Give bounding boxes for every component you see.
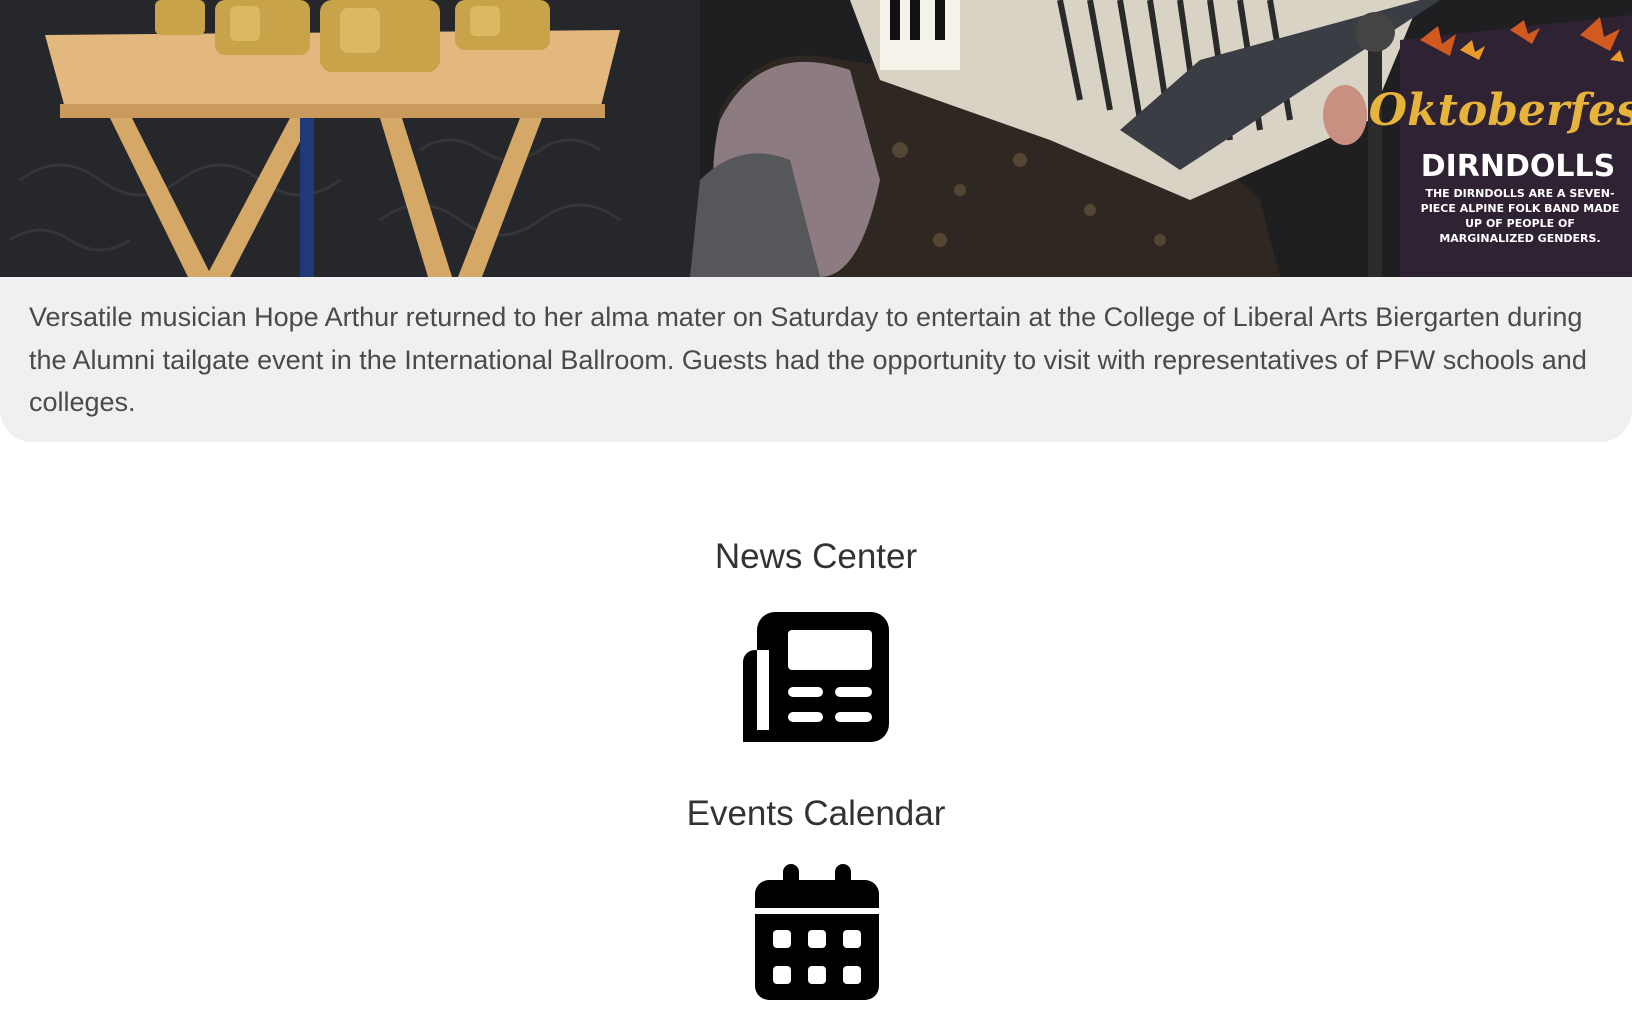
newspaper-icon (743, 612, 889, 747)
photo-caption: Versatile musician Hope Arthur returned … (29, 302, 1587, 417)
events-calendar-heading: Events Calendar (686, 794, 946, 833)
poster-band-name: DIRNDOLLS (1421, 149, 1616, 184)
poster-tagline: THE DIRNDOLLS ARE A SEVEN-PIECE ALPINE F… (1420, 187, 1620, 245)
news-center-link[interactable]: News Center (0, 535, 1632, 745)
event-photo: Oktoberfest DIRNDOLLS THE DIRNDOLLS ARE … (0, 0, 1632, 277)
page: Oktoberfest DIRNDOLLS THE DIRNDOLLS ARE … (0, 0, 1632, 1016)
photo-card: Oktoberfest DIRNDOLLS THE DIRNDOLLS ARE … (0, 0, 1632, 442)
poster-title: Oktoberfest (1369, 85, 1632, 136)
poster-tagline-box: THE DIRNDOLLS ARE A SEVEN-PIECE ALPINE F… (1420, 187, 1620, 245)
events-calendar-link[interactable]: Events Calendar (0, 792, 1632, 1016)
news-center-heading: News Center (714, 537, 918, 576)
event-photo-illustration: Oktoberfest DIRNDOLLS THE DIRNDOLLS ARE … (0, 0, 1632, 277)
calendar-icon (755, 864, 879, 1005)
